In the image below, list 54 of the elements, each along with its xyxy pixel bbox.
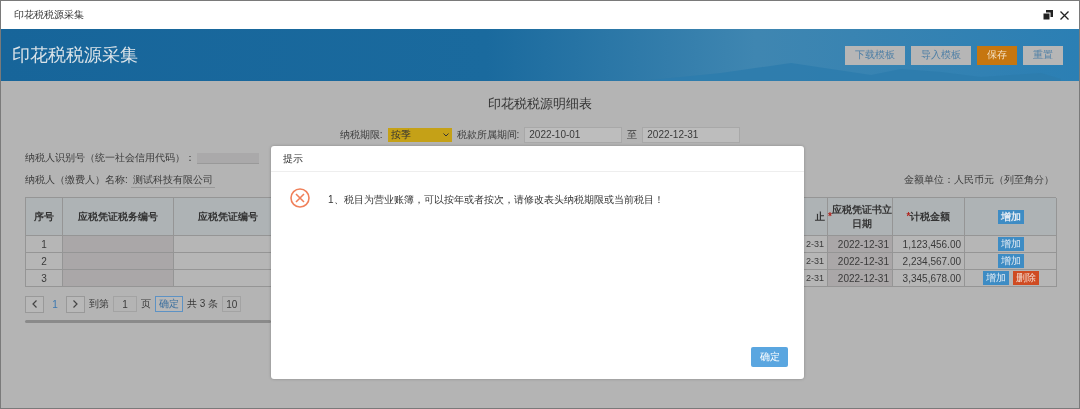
add-button[interactable]: 增加 <box>997 237 1024 251</box>
scrollbar[interactable] <box>25 320 271 323</box>
next-page-button[interactable] <box>66 295 85 313</box>
date-field[interactable]: 2022-12-31 <box>642 127 741 143</box>
table-cell: 2022-12-31 <box>828 236 893 253</box>
table-cell: 2022-12-31 <box>828 253 893 270</box>
toolbar-button[interactable]: 下载模板 <box>845 45 905 65</box>
column-header: 序号 <box>26 198 63 236</box>
chevron-down-icon <box>442 133 449 137</box>
chevron-left-icon <box>32 300 37 308</box>
confirm-button[interactable]: 确定 <box>751 347 788 367</box>
range-separator: 至 <box>627 128 638 142</box>
period-select[interactable]: 按季 <box>387 128 452 142</box>
toolbar-button[interactable]: 导入模板 <box>911 45 971 65</box>
column-header: 应税凭证税务编号 <box>63 198 174 236</box>
table-cell: 1 <box>26 236 63 253</box>
previous-page-button[interactable] <box>25 295 44 313</box>
field-label: 税款所属期间: <box>456 128 520 142</box>
goto-button[interactable]: 确定 <box>155 296 183 312</box>
error-icon <box>290 188 310 208</box>
total-count: 共 3 条 <box>187 297 219 311</box>
date-field[interactable]: 2022-10-01 <box>524 127 623 143</box>
add-button[interactable]: 增加 <box>982 271 1009 285</box>
table-cell: 3,345,678.00 <box>893 270 965 287</box>
goto-label: 到第 <box>89 297 109 311</box>
add-button[interactable]: 增加 <box>997 209 1024 224</box>
restore-icon[interactable] <box>1043 10 1053 20</box>
chevron-right-icon <box>73 300 78 308</box>
table-cell: 2022-12-31 <box>828 270 893 287</box>
window-title: 印花税税源采集 <box>14 8 85 22</box>
dialog-title: 提示 <box>271 146 804 172</box>
page-size-select[interactable]: 10 <box>222 296 242 312</box>
page-title: 印花税税源采集 <box>12 44 139 67</box>
close-icon[interactable] <box>1060 10 1069 20</box>
field-label: 纳税人（缴费人）名称: <box>25 173 128 187</box>
unit-note: 金额单位：人民币元（列至角分） <box>904 173 1054 187</box>
table-cell: 2 <box>26 253 63 270</box>
add-button[interactable]: 增加 <box>997 254 1024 268</box>
page-number[interactable]: 1 <box>48 298 62 310</box>
toolbar-button[interactable]: 重置 <box>1023 45 1063 65</box>
report-title: 印花税税源明细表 <box>487 95 593 113</box>
error-message: 1、税目为营业账簿，可以按年或者按次，请修改表头纳税期限或当前税目！ <box>328 193 664 207</box>
table-cell: 2,234,567.00 <box>893 253 965 270</box>
table-cell: 1,123,456.00 <box>893 236 965 253</box>
taxpayer-name-field[interactable]: 测试科技有限公司 <box>130 172 215 188</box>
field-label: 纳税人识别号（统一社会信用代码）： <box>25 151 195 165</box>
goto-page-field[interactable]: 1 <box>113 296 137 312</box>
save-button[interactable]: 保存 <box>977 45 1017 65</box>
page-unit-label: 页 <box>141 297 151 311</box>
delete-button[interactable]: 删除 <box>1012 271 1039 285</box>
field-label: 纳税期限: <box>339 128 383 142</box>
column-header: *计税金额 <box>893 198 965 236</box>
table-cell: 3 <box>26 270 63 287</box>
taxpayer-id-field[interactable] <box>197 152 259 164</box>
